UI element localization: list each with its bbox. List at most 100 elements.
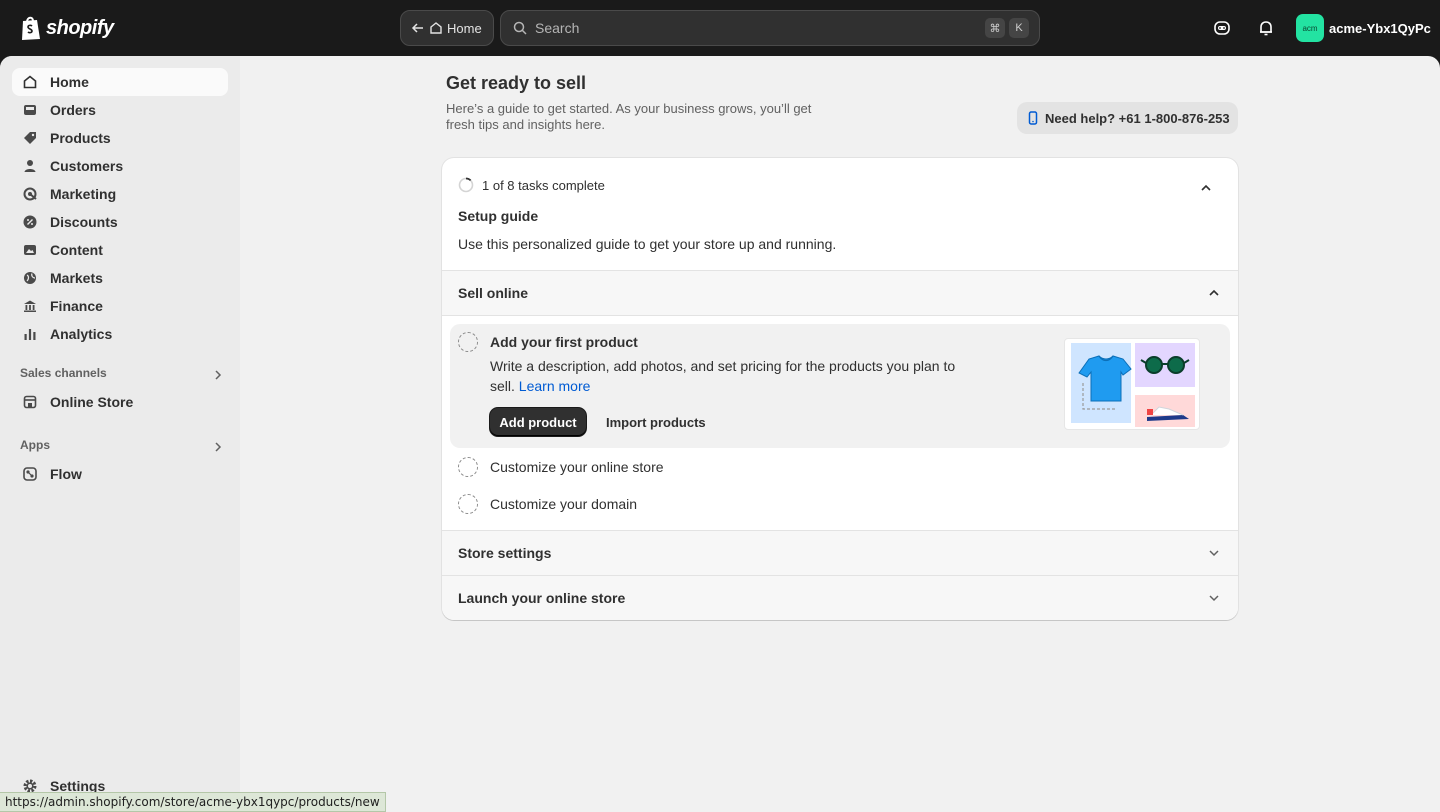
sidebar-item-customers[interactable]: Customers <box>12 152 228 180</box>
sidebar: Home Orders Products Customers Marketing… <box>0 56 240 812</box>
setup-guide-title: Setup guide <box>458 208 539 224</box>
page-subtitle: Here’s a guide to get started. As your b… <box>446 101 812 132</box>
section-launch-online-store[interactable]: Launch your online store <box>442 575 1238 620</box>
person-icon <box>22 158 38 174</box>
store-icon <box>22 394 38 410</box>
task-incomplete-icon[interactable] <box>458 494 478 514</box>
home-icon <box>22 74 38 90</box>
task-customize-online-store[interactable]: Customize your online store <box>490 459 664 475</box>
sidebar-item-label: Finance <box>50 298 103 314</box>
notifications-button[interactable] <box>1256 18 1276 38</box>
sidebar-item-content[interactable]: Content <box>12 236 228 264</box>
chevron-down-icon <box>1209 550 1219 557</box>
learn-more-link[interactable]: Learn more <box>519 378 591 394</box>
link-status-url: https://admin.shopify.com/store/acme-ybx… <box>0 792 386 812</box>
import-products-button[interactable]: Import products <box>598 408 714 436</box>
brand-wordmark: shopify <box>46 16 114 39</box>
bell-icon <box>1260 21 1272 36</box>
section-title: Sell online <box>458 285 529 301</box>
setup-guide-card: 1 of 8 tasks complete Setup guide Use th… <box>442 158 1238 620</box>
sidebar-item-home[interactable]: Home <box>12 68 228 96</box>
sidebar-item-label: Markets <box>50 270 103 286</box>
shortcut-hint: ⌘ K <box>985 18 1029 38</box>
chevron-down-icon <box>1209 595 1219 602</box>
task-description: Write a description, add photos, and set… <box>490 356 980 396</box>
sidebar-item-label: Orders <box>50 102 96 118</box>
setup-guide-description: Use this personalized guide to get your … <box>458 236 837 252</box>
sidebar-item-products[interactable]: Products <box>12 124 228 152</box>
sidebar-item-finance[interactable]: Finance <box>12 292 228 320</box>
shopify-bag-icon <box>22 16 40 40</box>
chevron-right-icon[interactable] <box>212 441 224 453</box>
sidebar-item-label: Products <box>50 130 111 146</box>
divider <box>442 315 1238 316</box>
section-title: Store settings <box>458 545 552 561</box>
search-input[interactable]: Search <box>535 20 977 36</box>
products-illustration-art <box>1071 343 1195 427</box>
k-key: K <box>1009 18 1029 38</box>
arrow-left-icon <box>411 23 423 33</box>
top-bar: shopify Home Search ⌘ K acm acme-Ybx1QyP… <box>0 0 1440 56</box>
sidebar-item-label: Discounts <box>50 214 118 230</box>
sidekick-button[interactable] <box>1212 18 1232 38</box>
cmd-key: ⌘ <box>985 18 1005 38</box>
app-shell: Home Orders Products Customers Marketing… <box>0 56 1440 812</box>
search-icon <box>513 21 527 35</box>
sidebar-item-flow[interactable]: Flow <box>12 460 228 488</box>
collapse-guide-button[interactable] <box>1198 180 1214 196</box>
task-title: Add your first product <box>490 334 638 350</box>
sidebar-item-label: Customers <box>50 158 124 174</box>
sidebar-item-online-store[interactable]: Online Store <box>12 388 228 416</box>
bank-icon <box>22 298 38 314</box>
section-store-settings[interactable]: Store settings <box>442 530 1238 575</box>
sidebar-item-label: Analytics <box>50 326 113 342</box>
inbox-icon <box>22 102 38 118</box>
help-phone-button[interactable]: Need help? +61 1-800-876-253 <box>1017 102 1238 134</box>
store-avatar: acm <box>1296 14 1324 42</box>
sidebar-item-analytics[interactable]: Analytics <box>12 320 228 348</box>
setup-progress: 1 of 8 tasks complete <box>458 177 605 193</box>
bar-chart-icon <box>22 326 38 342</box>
section-sell-online[interactable]: Sell online <box>442 270 1238 315</box>
home-back-button[interactable]: Home <box>400 10 494 46</box>
apps-heading[interactable]: Apps <box>20 438 50 452</box>
sidebar-item-label: Home <box>50 74 89 90</box>
sidebar-item-marketing[interactable]: Marketing <box>12 180 228 208</box>
search-bar[interactable]: Search ⌘ K <box>500 10 1040 46</box>
store-menu-button[interactable]: acm acme-Ybx1QyPc <box>1296 14 1431 42</box>
add-product-button[interactable]: Add product <box>490 408 586 436</box>
sidekick-icon <box>1214 21 1230 35</box>
chevron-up-icon <box>1209 289 1219 296</box>
sales-channels-heading[interactable]: Sales channels <box>20 366 107 380</box>
store-name: acme-Ybx1QyPc <box>1329 20 1431 36</box>
phone-icon <box>1028 111 1038 125</box>
home-pill-label: Home <box>447 20 482 36</box>
task-customize-domain[interactable]: Customize your domain <box>490 496 637 512</box>
section-title: Launch your online store <box>458 590 626 606</box>
progress-ring-icon <box>458 177 474 193</box>
sidebar-item-markets[interactable]: Markets <box>12 264 228 292</box>
discount-icon <box>22 214 38 230</box>
sidebar-item-label: Flow <box>50 466 82 482</box>
sidebar-item-orders[interactable]: Orders <box>12 96 228 124</box>
page-title: Get ready to sell <box>446 73 587 93</box>
shopify-logo[interactable]: shopify <box>20 14 114 42</box>
globe-icon <box>22 270 38 286</box>
sidebar-item-discounts[interactable]: Discounts <box>12 208 228 236</box>
task-incomplete-icon[interactable] <box>458 332 478 352</box>
sidebar-item-label: Online Store <box>50 394 134 410</box>
image-icon <box>22 242 38 258</box>
products-illustration <box>1064 338 1200 430</box>
help-phone-label: Need help? +61 1-800-876-253 <box>1045 110 1230 126</box>
sidebar-item-label: Content <box>50 242 103 258</box>
progress-text: 1 of 8 tasks complete <box>482 177 605 193</box>
main-content: Get ready to sell Here’s a guide to get … <box>240 56 1440 812</box>
sidebar-item-label: Marketing <box>50 186 117 202</box>
task-incomplete-icon[interactable] <box>458 457 478 477</box>
home-icon <box>430 22 442 34</box>
task-add-first-product: Add your first product Write a descripti… <box>450 324 1230 448</box>
target-icon <box>22 186 38 202</box>
tag-icon <box>22 130 38 146</box>
chevron-right-icon[interactable] <box>212 369 224 381</box>
flow-icon <box>22 466 38 482</box>
